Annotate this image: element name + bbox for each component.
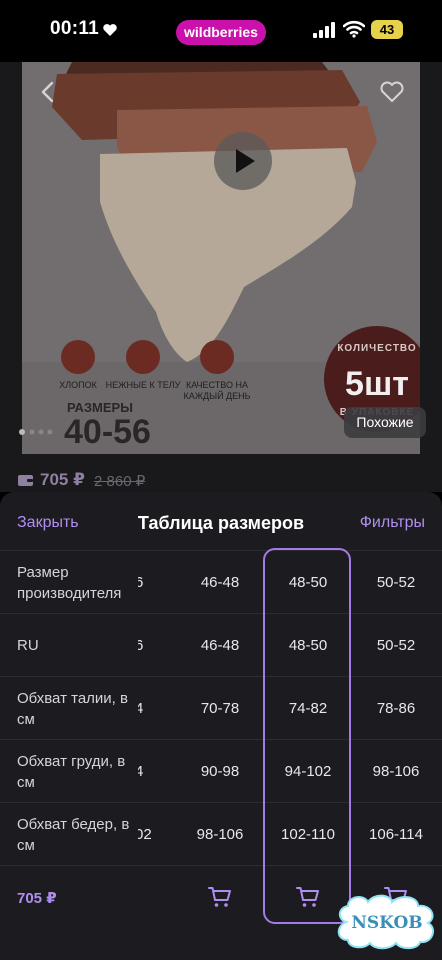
table-cell[interactable]: 94-102 <box>266 740 350 803</box>
table-cell: 4 <box>138 700 144 717</box>
table-row: Обхват груди, в см 4 90-98 94-102 98-106 <box>0 739 442 802</box>
table-cell[interactable]: 74-82 <box>266 677 350 740</box>
table-cell[interactable]: 90-98 <box>180 740 260 803</box>
cellular-signal-icon <box>313 22 335 38</box>
table-cell[interactable]: 106-114 <box>354 803 438 866</box>
table-cell: 02 <box>138 826 152 843</box>
product-image[interactable]: ХЛОПОК НЕЖНЫЕ К ТЕЛУ КАЧЕСТВО НА КАЖДЫЙ … <box>22 62 420 454</box>
table-cell[interactable]: 48-50 <box>266 614 350 677</box>
table-cell[interactable]: 70-78 <box>180 677 260 740</box>
product-gallery: ХЛОПОК НЕЖНЫЕ К ТЕЛУ КАЧЕСТВО НА КАЖДЫЙ … <box>0 62 442 492</box>
row-label: RU <box>17 637 39 654</box>
gallery-pagination-dots <box>19 429 53 435</box>
favorite-heart-icon[interactable] <box>379 80 405 104</box>
svg-text:NSKOB: NSKOB <box>351 913 422 933</box>
table-cell[interactable]: 98-106 <box>354 740 438 803</box>
status-time: 00:11 <box>50 18 100 39</box>
watermark-logo: NSKOB <box>337 894 435 950</box>
table-cell[interactable]: 46-48 <box>180 551 260 614</box>
back-arrow-icon[interactable] <box>38 80 58 104</box>
wallet-icon <box>18 475 33 486</box>
row-label: Обхват груди, в см <box>17 752 126 791</box>
table-row: Размер производителя 6 46-48 48-50 50-52 <box>0 550 442 613</box>
feature-label: ХЛОПОК <box>59 380 97 390</box>
row-label: Размер производителя <box>17 563 122 602</box>
table-cell[interactable]: 48-50 <box>266 551 350 614</box>
quantity-badge-number: 5шт <box>345 365 409 403</box>
table-cell[interactable]: 102-110 <box>266 803 350 866</box>
cotton-icon <box>61 340 95 374</box>
table-cell[interactable]: 46-48 <box>180 614 260 677</box>
table-row: Обхват бедер, в см 02 98-106 102-110 106… <box>0 802 442 865</box>
filters-button[interactable]: Фильтры <box>360 514 425 532</box>
wildberries-app-pill[interactable]: wildberries <box>176 20 266 45</box>
table-cell: 6 <box>138 574 144 591</box>
table-row: RU 6 46-48 48-50 50-52 <box>0 613 442 676</box>
footer-price: 705 ₽ <box>17 890 57 907</box>
add-to-cart-icon[interactable] <box>208 885 232 909</box>
row-label: Обхват бедер, в см <box>17 815 130 854</box>
size-table-sheet: Закрыть Таблица размеров Фильтры Размер … <box>0 492 442 960</box>
price-old: 2 860 ₽ <box>94 473 146 490</box>
feature-label: КАЧЕСТВО НА КАЖДЫЙ ДЕНЬ <box>183 380 251 401</box>
table-cell: 6 <box>138 637 144 654</box>
size-table: Размер производителя 6 46-48 48-50 50-52… <box>0 550 442 929</box>
table-cell[interactable]: 50-52 <box>354 614 438 677</box>
table-cell[interactable]: 50-52 <box>354 551 438 614</box>
table-cell[interactable]: 98-106 <box>180 803 260 866</box>
price-current: 705 ₽ <box>40 470 85 489</box>
feature-quality: КАЧЕСТВО НА КАЖДЫЙ ДЕНЬ <box>167 340 267 402</box>
table-cell: 4 <box>138 763 144 780</box>
sheet-header: Закрыть Таблица размеров Фильтры <box>0 492 442 552</box>
add-to-cart-icon[interactable] <box>296 885 320 909</box>
heart-icon <box>126 340 160 374</box>
similar-button[interactable]: Похожие <box>344 407 426 438</box>
heart-icon <box>103 24 117 36</box>
sizes-value: 40-56 <box>64 413 151 451</box>
table-cell[interactable]: 78-86 <box>354 677 438 740</box>
table-row: Обхват талии, в см 4 70-78 74-82 78-86 <box>0 676 442 739</box>
play-icon <box>236 149 255 173</box>
shield-check-icon <box>200 340 234 374</box>
play-video-button[interactable] <box>214 132 272 190</box>
quantity-badge-top: КОЛИЧЕСТВО <box>337 343 417 354</box>
wifi-icon <box>343 20 365 38</box>
status-bar: 00:11 wildberries 43 <box>0 0 442 62</box>
row-label: Обхват талии, в см <box>17 689 128 728</box>
battery-indicator: 43 <box>371 20 403 39</box>
